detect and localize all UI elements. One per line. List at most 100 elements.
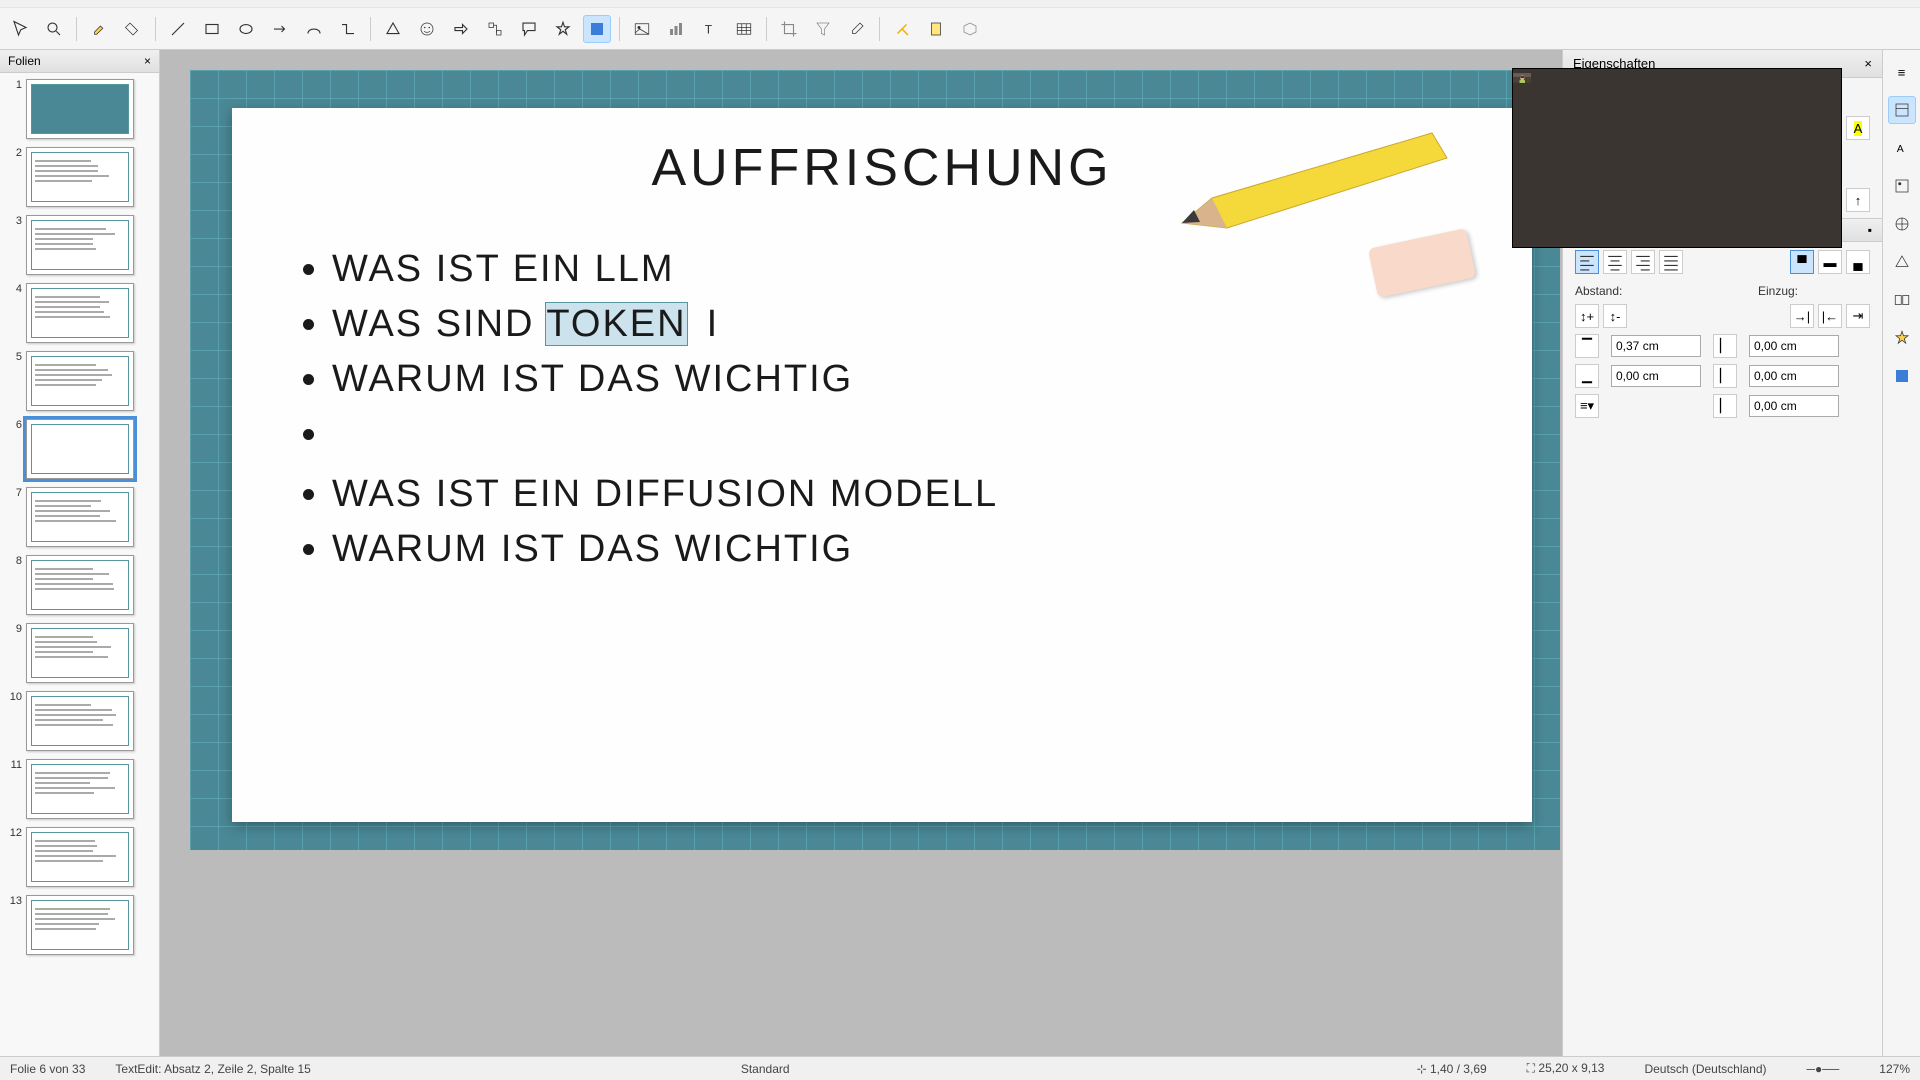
slide-thumbnail[interactable]	[26, 895, 134, 955]
line-tool[interactable]	[164, 15, 192, 43]
indent-increase-button[interactable]: →|	[1790, 304, 1814, 328]
sidebar-master-icon[interactable]	[1888, 362, 1916, 390]
sidebar-gallery-icon[interactable]	[1888, 172, 1916, 200]
sidebar-shapes-icon[interactable]	[1888, 248, 1916, 276]
status-zoom[interactable]: 127%	[1879, 1062, 1910, 1076]
bullet-item[interactable]: WAS SIND TOKENI	[332, 303, 1472, 346]
close-icon[interactable]: ×	[1864, 56, 1872, 71]
basic-shapes-tool[interactable]	[379, 15, 407, 43]
zoom-tool[interactable]	[40, 15, 68, 43]
slide-thumbnail[interactable]	[26, 487, 134, 547]
slide-thumbnail[interactable]	[26, 691, 134, 751]
slide-bullets[interactable]: WAS IST EIN LLM WAS SIND TOKENI WARUM IST …	[292, 248, 1472, 571]
slide-thumb-10[interactable]: 10	[6, 691, 153, 751]
bullet-item[interactable]: WARUM IST DAS WICHTIG	[332, 358, 1472, 401]
pointer-tool[interactable]	[6, 15, 34, 43]
sidebar-navigator-icon[interactable]	[1888, 210, 1916, 238]
highlight-tool[interactable]	[922, 15, 950, 43]
slide-thumb-12[interactable]: 12	[6, 827, 153, 887]
flowchart-tool[interactable]	[481, 15, 509, 43]
move-up-button[interactable]: ↑	[1846, 188, 1870, 212]
fill-tool[interactable]	[119, 15, 147, 43]
crop-tool[interactable]	[775, 15, 803, 43]
expand-icon[interactable]: ▪	[1868, 223, 1872, 237]
slide-canvas: AUFFRISCHUNG WAS IST EIN LLMWAS SIND TOK…	[190, 70, 1560, 850]
spacing-increase-button[interactable]: ↕+	[1575, 304, 1599, 328]
ellipse-tool[interactable]	[232, 15, 260, 43]
bullet-item[interactable]	[332, 413, 1472, 461]
slide-thumb-2[interactable]: 2	[6, 147, 153, 207]
space-above-input[interactable]	[1611, 335, 1701, 357]
slides-list[interactable]: 12345678910111213	[0, 73, 159, 1056]
sidebar-animation-icon[interactable]	[1888, 324, 1916, 352]
extrusion-tool[interactable]	[956, 15, 984, 43]
valign-top-button[interactable]: ▀	[1790, 250, 1814, 274]
insert-image-tool[interactable]	[628, 15, 656, 43]
align-center-button[interactable]	[1603, 250, 1627, 274]
indent-decrease-button[interactable]: |←	[1818, 304, 1842, 328]
zoom-slider[interactable]: ─●──	[1807, 1062, 1840, 1076]
star-tool[interactable]	[549, 15, 577, 43]
insert-table-tool[interactable]	[730, 15, 758, 43]
align-justify-button[interactable]	[1659, 250, 1683, 274]
symbol-shapes-tool[interactable]	[413, 15, 441, 43]
slide-content[interactable]: AUFFRISCHUNG WAS IST EIN LLMWAS SIND TOK…	[232, 108, 1532, 822]
sidebar-menu-icon[interactable]: ≡	[1888, 58, 1916, 86]
slide-thumbnail[interactable]	[26, 79, 134, 139]
slide-thumbnail[interactable]	[26, 623, 134, 683]
slide-thumb-4[interactable]: 4	[6, 283, 153, 343]
canvas-area[interactable]: AUFFRISCHUNG WAS IST EIN LLMWAS SIND TOK…	[160, 50, 1562, 1056]
spacing-decrease-button[interactable]: ↕-	[1603, 304, 1627, 328]
bullet-item[interactable]: WAS IST EIN DIFFUSION MODELL	[332, 473, 1472, 516]
highlighted-word[interactable]: TOKEN	[546, 303, 686, 345]
highlight-color-button[interactable]: A	[1846, 116, 1870, 140]
align-right-button[interactable]	[1631, 250, 1655, 274]
slide-thumbnail[interactable]	[26, 759, 134, 819]
3d-tool[interactable]	[583, 15, 611, 43]
arrow-tool[interactable]	[266, 15, 294, 43]
callout-tool[interactable]	[515, 15, 543, 43]
valign-middle-button[interactable]: ▬	[1818, 250, 1842, 274]
rect-tool[interactable]	[198, 15, 226, 43]
slide-thumb-5[interactable]: 5	[6, 351, 153, 411]
paint-tool[interactable]	[85, 15, 113, 43]
bullet-item[interactable]: WAS IST EIN LLM	[332, 248, 1472, 291]
slide-thumbnail[interactable]	[26, 351, 134, 411]
block-arrows-tool[interactable]	[447, 15, 475, 43]
slide-thumb-6[interactable]: 6	[6, 419, 153, 479]
slide-thumbnail[interactable]	[26, 827, 134, 887]
line-spacing-icon[interactable]: ≡▾	[1575, 394, 1599, 418]
status-lang[interactable]: Deutsch (Deutschland)	[1644, 1062, 1766, 1076]
slide-thumb-11[interactable]: 11	[6, 759, 153, 819]
indent-first-input[interactable]	[1749, 365, 1839, 387]
slide-thumb-9[interactable]: 9	[6, 623, 153, 683]
slide-thumb-8[interactable]: 8	[6, 555, 153, 615]
slide-thumbnail[interactable]	[26, 215, 134, 275]
close-icon[interactable]: ×	[144, 54, 151, 68]
insert-chart-tool[interactable]	[662, 15, 690, 43]
slide-thumb-13[interactable]: 13	[6, 895, 153, 955]
valign-bottom-button[interactable]: ▄	[1846, 250, 1870, 274]
curve-tool[interactable]	[300, 15, 328, 43]
sidebar-properties-icon[interactable]	[1888, 96, 1916, 124]
indent-hanging-button[interactable]: ⇥	[1846, 304, 1870, 328]
indent-after-input[interactable]	[1749, 395, 1839, 417]
sidebar-styles-icon[interactable]: A	[1888, 134, 1916, 162]
space-below-input[interactable]	[1611, 365, 1701, 387]
align-left-button[interactable]	[1575, 250, 1599, 274]
insert-text-tool[interactable]: T	[696, 15, 724, 43]
slide-thumbnail[interactable]	[26, 555, 134, 615]
indent-before-input[interactable]	[1749, 335, 1839, 357]
connector-tool[interactable]	[334, 15, 362, 43]
slide-thumbnail[interactable]	[26, 283, 134, 343]
glue-tool[interactable]	[888, 15, 916, 43]
slide-thumb-1[interactable]: 1	[6, 79, 153, 139]
bullet-item[interactable]: WARUM IST DAS WICHTIG	[332, 528, 1472, 571]
slide-thumb-3[interactable]: 3	[6, 215, 153, 275]
filter-tool[interactable]	[809, 15, 837, 43]
slide-thumbnail[interactable]	[26, 147, 134, 207]
slide-thumbnail[interactable]	[26, 419, 134, 479]
slide-thumb-7[interactable]: 7	[6, 487, 153, 547]
eyedropper-tool[interactable]	[843, 15, 871, 43]
sidebar-transitions-icon[interactable]	[1888, 286, 1916, 314]
